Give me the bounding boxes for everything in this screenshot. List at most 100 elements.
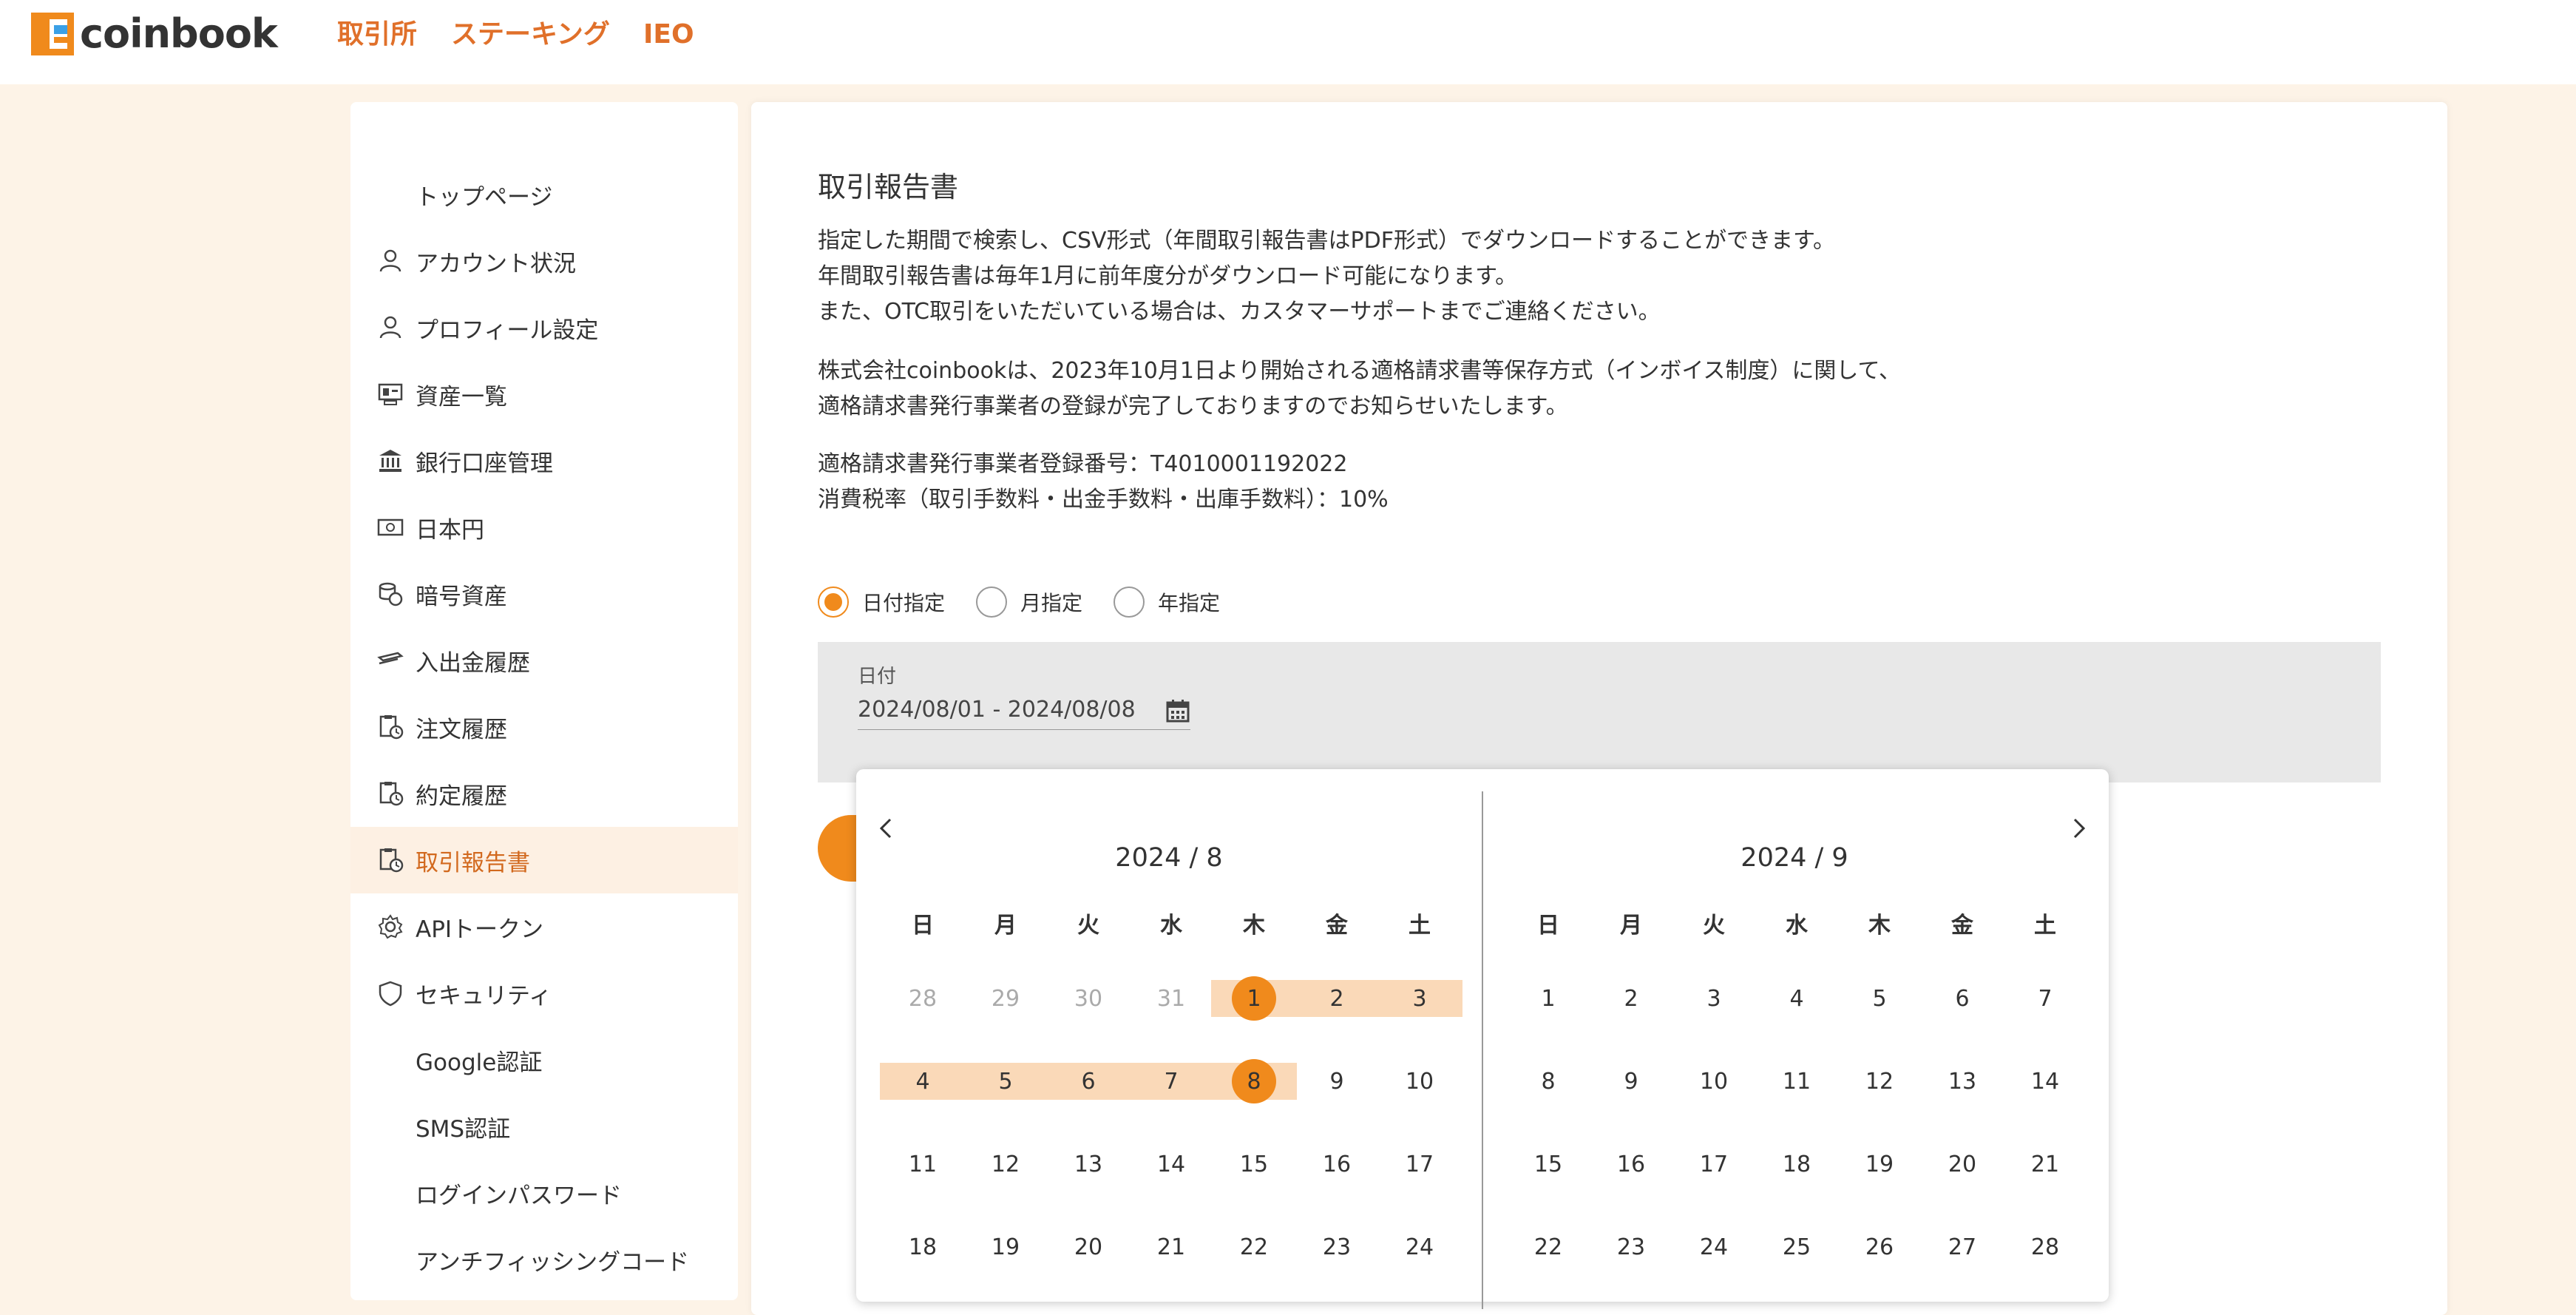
calendar-day[interactable]: 13 [1921,1059,2004,1103]
calendar-day[interactable]: 5 [964,1059,1047,1103]
calendar-day[interactable]: 12 [964,1142,1047,1186]
sidebar-item-api-token[interactable]: APIトークン [350,893,738,960]
calendar-day[interactable]: 16 [1590,1142,1672,1186]
radio-year-indicator[interactable] [1114,586,1145,618]
sidebar-item-label: トップページ [416,183,553,211]
sidebar-item-label: 日本円 [416,516,484,544]
calendar-day[interactable]: 9 [1590,1059,1672,1103]
calendar-day[interactable]: 19 [964,1225,1047,1269]
sidebar-item-login-password[interactable]: ログインパスワード [350,1160,738,1226]
sidebar-item-sms-auth[interactable]: SMS認証 [350,1093,738,1160]
calendar-day[interactable]: 6 [1047,1059,1130,1103]
calendar-day[interactable]: 4 [1755,976,1838,1021]
weekday-header: 水 [1160,913,1182,939]
sidebar-item-top-page[interactable]: トップページ [350,161,738,228]
calendar-day[interactable]: 9 [1295,1059,1378,1103]
calendar-day[interactable]: 23 [1590,1225,1672,1269]
calendar-day[interactable]: 29 [964,976,1047,1021]
period-type-radio-group: 日付指定 月指定 年指定 [818,583,1251,621]
sidebar-item-google-auth[interactable]: Google認証 [350,1027,738,1093]
calendar-day[interactable]: 11 [881,1142,964,1186]
calendar-day[interactable]: 17 [1672,1142,1755,1186]
weekday-header: 水 [1786,913,1808,939]
sidebar-item-bank-account[interactable]: 銀行口座管理 [350,427,738,494]
sidebar-item-label: SMS認証 [416,1115,511,1143]
calendar-day[interactable]: 24 [1672,1225,1755,1269]
calendar-day[interactable]: 25 [1755,1225,1838,1269]
calendar-day[interactable]: 2 [1590,976,1672,1021]
sidebar-item-account-status[interactable]: アカウント状況 [350,228,738,294]
filter-panel: 日付 2024/08/01 - 2024/08/08 [818,642,2381,782]
radio-date[interactable]: 日付指定 [818,586,945,618]
sidebar-item-crypto[interactable]: 暗号資産 [350,561,738,627]
calendar-day[interactable]: 20 [1921,1142,2004,1186]
radio-year[interactable]: 年指定 [1114,586,1220,618]
sidebar-item-security[interactable]: セキュリティ [350,960,738,1027]
calendar-day[interactable]: 10 [1378,1059,1461,1103]
user-icon [377,314,404,341]
calendar-day[interactable]: 24 [1378,1225,1461,1269]
sidebar-item-jpy[interactable]: 日本円 [350,494,738,561]
calendar-day[interactable]: 16 [1295,1142,1378,1186]
calendar-day[interactable]: 18 [1755,1142,1838,1186]
sidebar-item-execution-history[interactable]: 約定履歴 [350,760,738,827]
assets-icon [377,381,404,408]
radio-month[interactable]: 月指定 [976,586,1082,618]
calendar-day[interactable]: 7 [1130,1059,1213,1103]
calendar-day[interactable]: 28 [881,976,964,1021]
calendar-day[interactable]: 10 [1672,1059,1755,1103]
calendar-day[interactable]: 1 [1507,976,1590,1021]
calendar-day[interactable]: 3 [1672,976,1755,1021]
nav-staking[interactable]: ステーキング [451,16,610,53]
calendar-day[interactable]: 19 [1838,1142,1921,1186]
calendar-day[interactable]: 20 [1047,1225,1130,1269]
calendar-day[interactable]: 26 [1838,1225,1921,1269]
coinbook-logo[interactable]: coinbook [31,10,278,58]
calendar-day[interactable]: 1 [1213,976,1295,1021]
sidebar-item-deposit-history[interactable]: 入出金履歴 [350,627,738,694]
sidebar-item-anti-phishing-code[interactable]: アンチフィッシングコード [350,1226,738,1293]
calendar-day[interactable]: 11 [1755,1059,1838,1103]
calendar-day[interactable]: 21 [2004,1142,2087,1186]
sidebar-item-label: 約定履歴 [416,782,507,810]
calendar-icon[interactable] [1165,698,1190,723]
sidebar-item-assets[interactable]: 資産一覧 [350,361,738,427]
calendar-day[interactable]: 21 [1130,1225,1213,1269]
weekday-header: 木 [1868,913,1891,939]
calendar-day[interactable]: 14 [1130,1142,1213,1186]
radio-month-indicator[interactable] [976,586,1008,618]
sidebar-item-order-history[interactable]: 注文履歴 [350,694,738,760]
nav-ieo[interactable]: IEO [643,16,694,53]
calendar-day[interactable]: 12 [1838,1059,1921,1103]
radio-date-indicator[interactable] [818,586,849,618]
calendar-day[interactable]: 15 [1507,1142,1590,1186]
description-line-3: また、OTC取引をいただいている場合は、カスタマーサポートまでご連絡ください。 [818,299,1661,325]
sidebar-item-profile-settings[interactable]: プロフィール設定 [350,294,738,361]
calendar-day[interactable]: 28 [2004,1225,2087,1269]
calendar-day[interactable]: 14 [2004,1059,2087,1103]
calendar-day[interactable]: 30 [1047,976,1130,1021]
calendar-day[interactable]: 27 [1921,1225,2004,1269]
calendar-day[interactable]: 7 [2004,976,2087,1021]
calendar-day[interactable]: 8 [1507,1059,1590,1103]
calendar-day[interactable]: 4 [881,1059,964,1103]
calendar-day[interactable]: 13 [1047,1142,1130,1186]
date-range-input[interactable]: 2024/08/01 - 2024/08/08 [858,692,1190,730]
calendar-day[interactable]: 18 [881,1225,964,1269]
calendar-day[interactable]: 8 [1213,1059,1295,1103]
calendar-day[interactable]: 22 [1507,1225,1590,1269]
calendar-day[interactable]: 6 [1921,976,2004,1021]
calendar-day[interactable]: 15 [1213,1142,1295,1186]
calendar-day[interactable]: 17 [1378,1142,1461,1186]
bank-icon [377,447,404,474]
sidebar-item-trade-report[interactable]: 取引報告書 [350,827,738,893]
calendar-day[interactable]: 2 [1295,976,1378,1021]
sidebar-item-label: 暗号資産 [416,583,507,610]
calendar-day[interactable]: 23 [1295,1225,1378,1269]
calendar-day[interactable]: 5 [1838,976,1921,1021]
calendar-day[interactable]: 31 [1130,976,1213,1021]
calendar-day[interactable]: 22 [1213,1225,1295,1269]
calendar-day[interactable]: 3 [1378,976,1461,1021]
nav-exchange[interactable]: 取引所 [337,16,417,53]
radio-date-label: 日付指定 [862,591,946,615]
